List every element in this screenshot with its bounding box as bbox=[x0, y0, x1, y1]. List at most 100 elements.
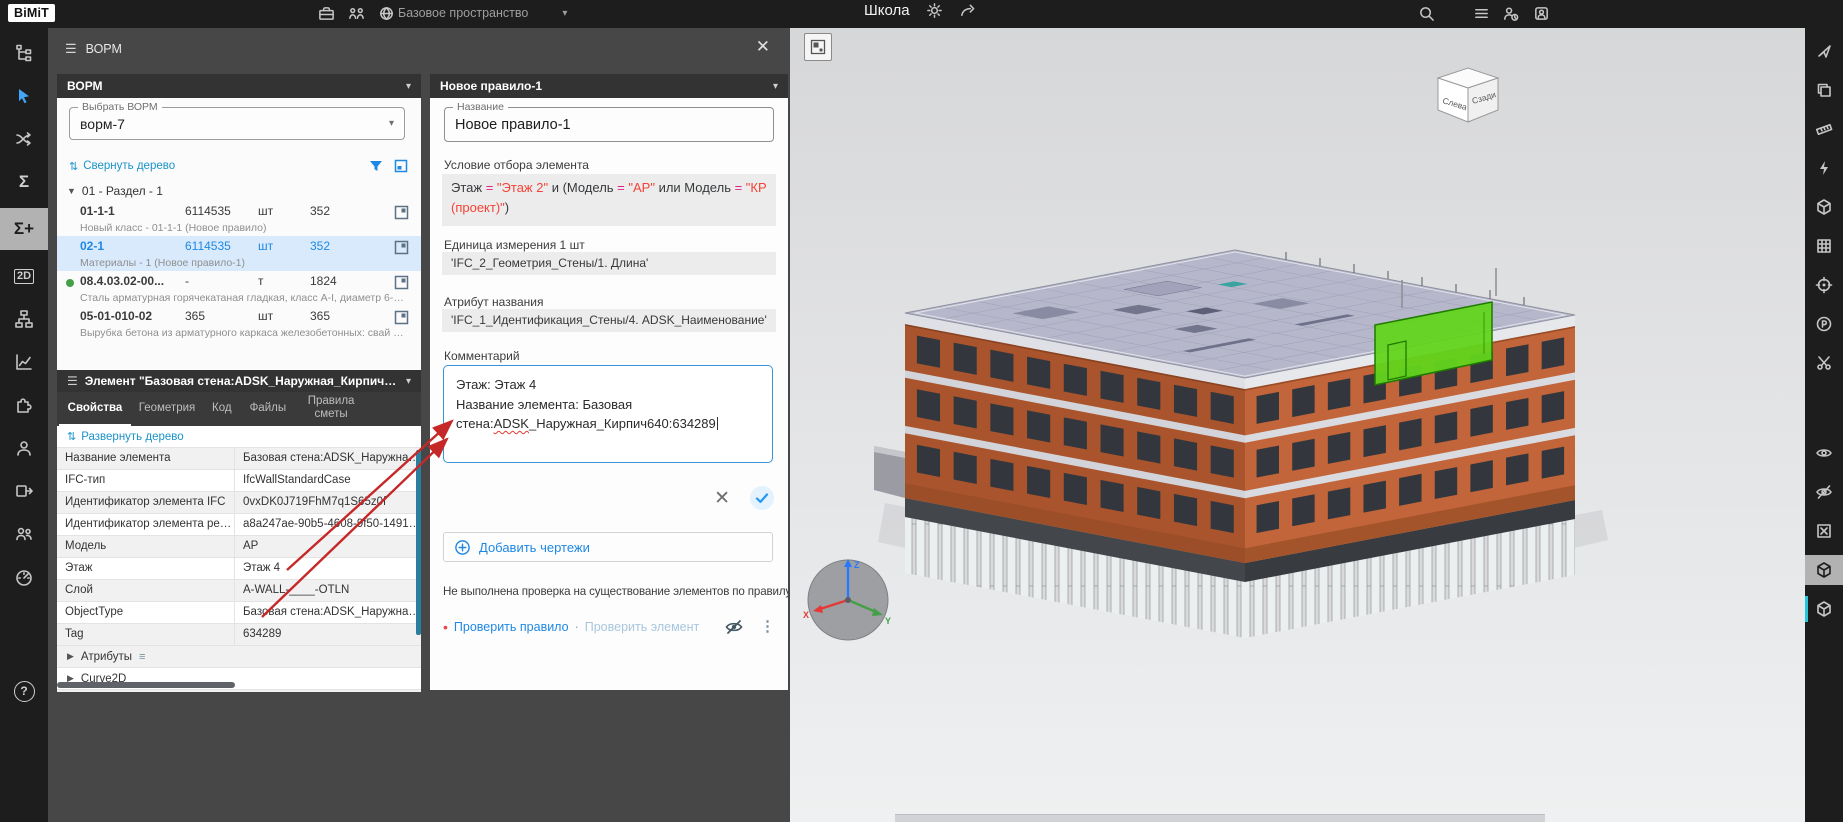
collapse-tree-link[interactable]: ⇅ Свернуть дерево bbox=[69, 160, 175, 173]
vorm-tree-row[interactable]: 01-1-1 6114535 шт 352 Новый класс - 01-1… bbox=[57, 201, 421, 236]
vorm-tree-row[interactable]: 02-1 6114535 шт 352 Материалы - 1 (Новое… bbox=[57, 236, 421, 271]
share-icon[interactable] bbox=[959, 2, 976, 19]
focus-region-button[interactable] bbox=[804, 33, 832, 61]
export-icon[interactable] bbox=[0, 474, 48, 508]
topbar: BiMiT Базовое пространство ▾ Школа bbox=[0, 0, 1843, 28]
vorm-tree-row[interactable]: 08.4.03.02-00... - т 1824 Сталь арматурн… bbox=[57, 271, 421, 306]
share-icon bbox=[959, 2, 976, 19]
tree-structure-icon[interactable] bbox=[0, 36, 48, 70]
tree-group-row[interactable]: ▼ 01 - Раздел - 1 bbox=[67, 184, 163, 198]
axis-gizmo[interactable]: Z X Y bbox=[803, 559, 891, 640]
sum-icon[interactable]: Σ bbox=[0, 165, 48, 199]
eye-off-icon[interactable] bbox=[724, 618, 744, 636]
view-2d-icon[interactable]: 2D bbox=[0, 259, 48, 293]
row-total: 365 bbox=[310, 309, 380, 325]
expandable-row[interactable]: ▶ IFC... ≡ bbox=[57, 690, 421, 692]
circle-p-icon[interactable] bbox=[1805, 309, 1843, 339]
unit-value-box[interactable]: 'IFC_2_Геометрия_Стены/1. Длина' bbox=[442, 252, 776, 275]
navigate-icon[interactable] bbox=[1805, 36, 1843, 66]
team-icon[interactable] bbox=[348, 5, 365, 22]
property-name: Идентификатор элемента реви... bbox=[57, 514, 235, 535]
element-panel-title: Элемент "Базовая стена:ADSK_Наружная_Кир… bbox=[85, 374, 399, 388]
horizontal-scrollbar[interactable] bbox=[57, 682, 235, 688]
kebab-menu-icon[interactable]: ⋮ bbox=[760, 620, 775, 634]
eye-off-icon[interactable] bbox=[1805, 477, 1843, 507]
vorm-panel-header[interactable]: ВОРМ ▾ bbox=[57, 74, 421, 98]
menu-list-icon[interactable] bbox=[1473, 5, 1490, 22]
cube-section-icon bbox=[1815, 198, 1833, 216]
chart-icon[interactable] bbox=[0, 345, 48, 379]
search-icon[interactable] bbox=[1418, 5, 1435, 22]
eye-off-icon bbox=[1815, 483, 1833, 501]
flash-icon[interactable] bbox=[1805, 153, 1843, 183]
add-drawings-button[interactable]: Добавить чертежи bbox=[443, 532, 773, 562]
element-tab[interactable]: Файлы bbox=[241, 392, 296, 426]
user-badge-icon[interactable] bbox=[1533, 5, 1550, 22]
vertical-scrollbar[interactable] bbox=[416, 450, 421, 635]
expand-tree-link[interactable]: ⇅ Развернуть дерево bbox=[67, 430, 184, 443]
show-in-model-icon[interactable] bbox=[394, 205, 409, 220]
cube-section-icon[interactable] bbox=[1805, 192, 1843, 222]
check-rule-link[interactable]: Проверить правило bbox=[454, 620, 569, 634]
element-tab[interactable]: Свойства bbox=[59, 392, 131, 426]
hierarchy-icon[interactable] bbox=[0, 302, 48, 336]
toolbox-icon[interactable] bbox=[318, 5, 335, 22]
cancel-icon[interactable]: ✕ bbox=[714, 489, 730, 508]
app-logo[interactable]: BiMiT bbox=[8, 4, 55, 22]
rule-actions-row: • Проверить правило · Проверить элемент … bbox=[443, 618, 775, 636]
vorm-select[interactable]: Выбрать ВОРМ ворм-7 ▾ bbox=[69, 107, 405, 140]
element-panel-header[interactable]: ☰ Элемент "Базовая стена:ADSK_Наружная_К… bbox=[57, 370, 421, 392]
copy-icon[interactable] bbox=[1805, 75, 1843, 105]
element-tab[interactable]: Код bbox=[203, 392, 241, 426]
cube-teal-icon[interactable] bbox=[1805, 594, 1843, 624]
connections-icon[interactable] bbox=[0, 122, 48, 156]
user-icon[interactable] bbox=[0, 431, 48, 465]
box-x-icon[interactable] bbox=[1805, 516, 1843, 546]
users-icon[interactable] bbox=[0, 517, 48, 551]
show-in-model-icon[interactable] bbox=[394, 275, 409, 290]
chevron-down-icon: ▾ bbox=[562, 8, 567, 19]
globe-icon[interactable] bbox=[378, 5, 395, 22]
element-tab[interactable]: Правила сметы bbox=[295, 392, 367, 426]
help-icon[interactable]: ? bbox=[0, 676, 48, 706]
sum-plus-icon[interactable]: Σ+ bbox=[0, 208, 48, 250]
space-selector[interactable]: Базовое пространство ▾ bbox=[398, 6, 567, 20]
gauge-icon[interactable] bbox=[0, 560, 48, 594]
circle-p-icon bbox=[1815, 315, 1833, 333]
condition-box[interactable]: Этаж = "Этаж 2" и (Модель = "АР" или Мод… bbox=[442, 174, 776, 226]
puzzle-icon[interactable] bbox=[0, 388, 48, 422]
show-in-model-icon[interactable] bbox=[394, 240, 409, 255]
element-tab[interactable]: Геометрия bbox=[131, 392, 203, 426]
scissors-icon[interactable] bbox=[1805, 348, 1843, 378]
comment-textarea[interactable]: Этаж: Этаж 4 Название элемента: Базовая … bbox=[443, 365, 773, 463]
property-row: Модель АР bbox=[57, 536, 421, 558]
grid-icon[interactable] bbox=[1805, 231, 1843, 261]
name-attribute-box[interactable]: 'IFC_1_Идентификация_Стены/4. ADSK_Наиме… bbox=[442, 309, 776, 332]
check-element-link[interactable]: Проверить элемент bbox=[585, 620, 700, 634]
expandable-row[interactable]: ▶ Атрибуты ≡ bbox=[57, 646, 421, 668]
property-row: Идентификатор элемента IFC 0vxDK0J719FhM… bbox=[57, 492, 421, 514]
ruler-icon[interactable] bbox=[1805, 114, 1843, 144]
row-description: Материалы - 1 (Новое правило-1) bbox=[80, 257, 409, 269]
filter-funnel-icon[interactable] bbox=[368, 159, 384, 174]
row-unit: шт bbox=[258, 239, 310, 255]
target-icon[interactable] bbox=[1805, 270, 1843, 300]
close-icon[interactable]: ✕ bbox=[756, 38, 770, 55]
collapse-tree-label: Свернуть дерево bbox=[83, 160, 175, 172]
user-clock-icon[interactable] bbox=[1502, 5, 1519, 22]
frame-select-icon[interactable] bbox=[393, 158, 409, 174]
menu-burger-icon[interactable]: ☰ bbox=[65, 41, 77, 57]
view-cube[interactable]: Слева Сзади bbox=[1438, 68, 1498, 122]
rule-panel-header[interactable]: Новое правило-1 ▾ bbox=[430, 74, 788, 98]
viewport-3d[interactable]: Слева Сзади Z X Y bbox=[790, 28, 1805, 822]
viewport-bottom-scrollbar[interactable] bbox=[895, 814, 1545, 822]
eye-icon[interactable] bbox=[1805, 438, 1843, 468]
paint-cube-icon[interactable] bbox=[1805, 555, 1843, 585]
user-clock-icon bbox=[1502, 5, 1519, 22]
settings-gear-icon[interactable] bbox=[926, 2, 943, 19]
left-toolbar: Σ Σ+ 2D ? bbox=[0, 28, 48, 822]
confirm-button[interactable] bbox=[750, 486, 774, 510]
vorm-tree-row[interactable]: 05-01-010-02 365 шт 365 Вырубка бетона и… bbox=[57, 306, 421, 341]
show-in-model-icon[interactable] bbox=[394, 310, 409, 325]
select-cursor-icon[interactable] bbox=[0, 79, 48, 113]
